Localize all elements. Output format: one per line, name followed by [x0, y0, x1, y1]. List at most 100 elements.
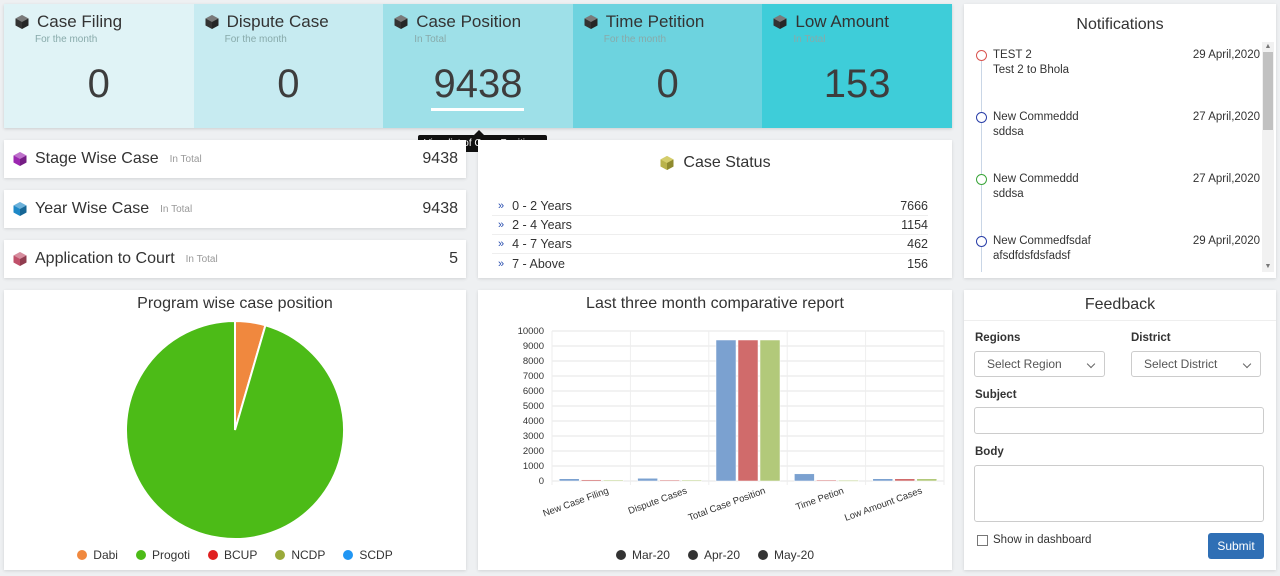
tile-title-text: Low Amount: [795, 12, 889, 31]
stat-tile-case-filing[interactable]: Case Filing For the month 0: [4, 4, 194, 128]
bar-apr-20[interactable]: [580, 479, 602, 482]
tile-value-wrap: 0: [573, 62, 763, 107]
tile-title: Low Amount: [772, 12, 889, 32]
summary-application-to-court[interactable]: Application to Court In Total 5: [4, 240, 466, 278]
timeline-dot: [976, 236, 987, 247]
stat-tile-time-petition[interactable]: Time Petition For the month 0: [572, 4, 763, 128]
bar-apr-20[interactable]: [737, 339, 759, 482]
bar-may-20[interactable]: [602, 479, 624, 482]
pie-legend-item[interactable]: Dabi: [77, 548, 118, 562]
case-status-row[interactable]: » 0 - 2 Years 7666: [492, 197, 928, 216]
legend-swatch: [343, 550, 354, 560]
bar-apr-20[interactable]: [894, 478, 916, 482]
summary-sublabel: In Total: [160, 203, 193, 215]
bar-may-20[interactable]: [759, 339, 781, 482]
tile-value: 0: [277, 62, 300, 106]
tile-title: Time Petition: [583, 12, 704, 32]
y-tick-label: 6000: [523, 386, 544, 397]
feedback-card: Feedback Regions Select Region District …: [964, 290, 1276, 570]
bar-mar-20[interactable]: [558, 478, 580, 482]
bar-legend-item[interactable]: May-20: [758, 548, 814, 562]
district-select[interactable]: Select District: [1131, 351, 1261, 377]
scroll-up-icon[interactable]: ▲: [1262, 42, 1274, 52]
y-tick-label: 3000: [523, 431, 544, 442]
notification-item[interactable]: TEST 2 Test 2 to Bhola 29 April,2020: [970, 48, 1260, 98]
bar-legend: Mar-20 Apr-20 May-20: [478, 548, 952, 562]
bar-may-20[interactable]: [681, 479, 702, 482]
bar-mar-20[interactable]: [872, 478, 894, 482]
feedback-title: Feedback: [1084, 296, 1156, 313]
bar-mar-20[interactable]: [715, 339, 737, 482]
body-textarea[interactable]: [974, 465, 1264, 522]
tile-subtitle: In Total: [793, 34, 826, 45]
pie-slice-progoti[interactable]: [125, 319, 345, 540]
legend-swatch: [615, 550, 626, 560]
summary-sublabel: In Total: [185, 253, 218, 265]
legend-swatch: [758, 550, 769, 560]
x-tick-label: Time Petion: [794, 485, 845, 513]
case-status-heading: Case Status: [478, 154, 952, 172]
cube-icon: [13, 252, 27, 266]
notification-item[interactable]: New Commedfsdaf afsdfdsfdsfadsf 29 April…: [970, 234, 1260, 272]
case-status-row[interactable]: » 4 - 7 Years 462: [492, 235, 928, 254]
bar-mar-20[interactable]: [637, 478, 658, 482]
bar-may-20[interactable]: [916, 478, 938, 482]
pie-legend-item[interactable]: Progoti: [135, 548, 190, 562]
bar-legend-item[interactable]: Mar-20: [615, 548, 670, 562]
legend-label: Apr-20: [703, 548, 741, 562]
summary-year-wise-case[interactable]: Year Wise Case In Total 9438: [4, 190, 466, 228]
pie-legend: Dabi Progoti BCUP NCDP SCDP: [4, 548, 466, 562]
comparative-bar-card: Last three month comparative report 0 100…: [478, 290, 952, 570]
bar-may-20[interactable]: [838, 480, 859, 482]
pie-legend-item[interactable]: NCDP: [275, 548, 325, 562]
summary-label: Stage Wise Case In Total: [12, 150, 202, 168]
bar-chart: 0 1000 2000 3000 4000 5000 6000 7000 8000 9000 100…: [518, 326, 945, 524]
case-position-link[interactable]: 9438: [431, 62, 525, 111]
stat-tile-low-amount[interactable]: Low Amount In Total 153: [762, 4, 952, 128]
notification-item[interactable]: New Commeddd sddsa 27 April,2020: [970, 172, 1260, 222]
double-chevron-icon: »: [498, 238, 505, 250]
tile-title-text: Case Filing: [37, 12, 123, 31]
legend-label: Progoti: [151, 548, 190, 562]
summary-value: 9438: [422, 200, 458, 217]
notifications-scrollbar[interactable]: ▲ ▼: [1262, 42, 1274, 272]
bar-legend-item[interactable]: Apr-20: [687, 548, 741, 562]
summary-value: 5: [449, 250, 458, 267]
bar-mar-20[interactable]: [794, 473, 815, 482]
tile-value-wrap: 0: [194, 62, 384, 107]
cube-icon: [394, 15, 408, 29]
summary-label: Application to Court In Total: [12, 250, 218, 268]
legend-label: Dabi: [93, 548, 118, 562]
scroll-down-icon[interactable]: ▼: [1262, 262, 1274, 272]
summary-stage-wise-case[interactable]: Stage Wise Case In Total 9438: [4, 140, 466, 178]
double-chevron-icon: »: [498, 257, 505, 270]
notification-body: sddsa: [993, 188, 1024, 200]
bar-apr-20[interactable]: [659, 479, 680, 482]
stat-tile-case-position[interactable]: Case Position In Total 9438: [383, 4, 573, 128]
scrollbar-thumb[interactable]: [1263, 52, 1273, 130]
bar-apr-20[interactable]: [816, 479, 837, 482]
notification-title: New Commedfsdaf: [993, 235, 1091, 247]
pie-legend-item[interactable]: SCDP: [343, 548, 393, 562]
show-in-dashboard-checkbox[interactable]: Show in dashboard: [977, 534, 1091, 546]
summary-label-text: Stage Wise Case: [35, 150, 159, 167]
region-select[interactable]: Select Region: [974, 351, 1105, 377]
subject-input[interactable]: [974, 407, 1264, 434]
case-status-row[interactable]: » 7 - Above 156: [492, 254, 928, 273]
pie-legend-item[interactable]: BCUP: [208, 548, 257, 562]
y-tick-label: 2000: [523, 446, 544, 457]
notifications-title: Notifications: [1076, 16, 1164, 33]
notification-item[interactable]: New Commeddd sddsa 27 April,2020: [970, 110, 1260, 160]
y-tick-label: 8000: [523, 356, 544, 367]
body-label: Body: [975, 446, 1004, 458]
district-select-value: Select District: [1144, 357, 1218, 371]
checkbox-box[interactable]: [977, 534, 988, 546]
tile-subtitle: For the month: [224, 34, 287, 45]
cube-icon: [584, 15, 598, 29]
stat-tile-dispute-case[interactable]: Dispute Case For the month 0: [193, 4, 384, 128]
submit-button[interactable]: Submit: [1208, 533, 1264, 559]
case-status-row[interactable]: » 2 - 4 Years 1154: [492, 216, 928, 235]
notification-body: afsdfdsfdsfadsf: [993, 250, 1071, 262]
district-label: District: [1131, 332, 1171, 344]
legend-label: Mar-20: [631, 548, 670, 562]
